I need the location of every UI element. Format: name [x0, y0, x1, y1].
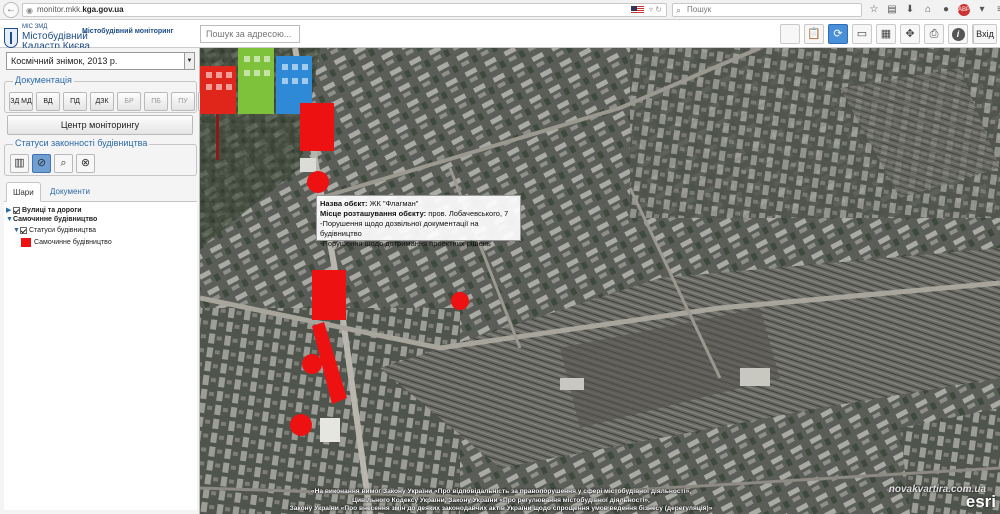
browser-toolbar: ← ◉ monitor.mkk.kga.gov.ua ▿ ↻ ⌕ Пошук ☆…	[0, 0, 1000, 20]
doc-button[interactable]: ПБ	[144, 92, 168, 111]
clipboard-icon[interactable]: ▤	[886, 2, 898, 17]
marker-area[interactable]	[300, 103, 334, 151]
doc-button[interactable]: ЗД МД	[9, 92, 33, 111]
chevron-right-icon[interactable]: ▶	[6, 206, 13, 214]
basemap-selected-value: Космічний знімок, 2013 р.	[11, 56, 118, 66]
map-view[interactable]: Назва обєкт: ЖК "Флагман" Місце розташув…	[200, 48, 1000, 514]
legend-swatch	[21, 238, 31, 247]
chevron-down-icon[interactable]: ▼	[184, 53, 194, 69]
search-icon: ⌕	[676, 5, 682, 15]
home-icon[interactable]: ⌂	[922, 2, 934, 17]
magnifier-icon[interactable]: ⌕	[54, 154, 73, 173]
tab-documents[interactable]: Документи	[44, 182, 96, 202]
globe-icon: ◉	[26, 6, 33, 15]
adblock-icon[interactable]: ABP	[958, 4, 970, 16]
browser-icons: ☆ ▤ ⬇ ⌂ ● ABP ▾ ≡	[868, 2, 1000, 17]
layer-tree: ▶ Вулиці та дороги ▼ Самочинне будівницт…	[4, 202, 197, 510]
status-title: Статуси законності будівництва	[13, 138, 150, 148]
print-icon[interactable]: ⎙	[924, 24, 944, 44]
layer-status-label: Статуси будівництва	[29, 227, 96, 234]
info-icon[interactable]: i	[948, 24, 968, 44]
doc-buttons: ЗД МДВДПДДЗКБРПБПУВЕ	[9, 92, 222, 111]
magnifier-forbidden-icon[interactable]: ⊗	[76, 154, 95, 173]
doc-button[interactable]: ПУ	[171, 92, 195, 111]
doc-button[interactable]: ДЗК	[90, 92, 114, 111]
layer-group-label: Самочинне будівництво	[13, 216, 98, 223]
us-flag-icon	[631, 6, 644, 14]
blank-tool-button[interactable]	[780, 24, 800, 44]
back-arrow-icon[interactable]: ←	[3, 1, 19, 18]
menu-icon[interactable]: ≡	[994, 2, 1000, 17]
marker-point[interactable]	[290, 414, 312, 436]
app-header: МІС ЗМД Містобудівний Кадастр Києва Міст…	[0, 20, 1000, 52]
ruler-icon[interactable]: ▭	[852, 24, 872, 44]
markers-layer	[290, 103, 469, 436]
download-icon[interactable]: ⬇	[904, 2, 916, 17]
dropdown-reload-icon[interactable]: ▿ ↻	[649, 4, 662, 16]
browser-search-input[interactable]: ⌕ Пошук	[672, 3, 862, 17]
browser-search-placeholder: Пошук	[687, 5, 712, 14]
marker-area[interactable]	[312, 270, 346, 320]
doc-button[interactable]: БР	[117, 92, 141, 111]
left-panel: Космічний знімок, 2013 р. ▼ Документація…	[0, 48, 222, 514]
layer-streets-label: Вулиці та дороги	[22, 206, 82, 214]
chevron-down-icon[interactable]: ▾	[976, 2, 988, 17]
emblem-icon	[4, 27, 18, 48]
layer-group-illegal[interactable]: ▼ Самочинне будівництво	[6, 216, 97, 223]
url-domain: kga.gov.ua	[82, 5, 124, 14]
legend-label: Самочинне будівництво	[34, 239, 112, 246]
chevron-down-icon[interactable]: ▼	[6, 216, 13, 223]
marker-point[interactable]	[451, 292, 469, 310]
forbidden-icon[interactable]: ⊘	[32, 154, 51, 173]
refresh-icon[interactable]: ⟳	[828, 24, 848, 44]
layer-streets[interactable]: ▶ Вулиці та дороги	[6, 206, 82, 214]
panel-tabs: Шари Документи	[4, 182, 197, 202]
status-checkbox[interactable]	[20, 227, 27, 234]
layout-icon[interactable]: ▦	[876, 24, 896, 44]
chat-icon[interactable]: ●	[940, 2, 952, 17]
app-subtitle: Містобудівний моніторинг	[82, 28, 174, 35]
url-bar[interactable]: ◉ monitor.mkk.kga.gov.ua ▿ ↻	[22, 3, 667, 17]
clipboard-icon[interactable]: 📋	[804, 24, 824, 44]
status-buttons: ▥ ⊘ ⌕ ⊗	[10, 154, 95, 173]
doc-button[interactable]: ВД	[36, 92, 60, 111]
documents-title: Документація	[13, 75, 74, 85]
doc-button[interactable]: ПД	[63, 92, 87, 111]
star-icon[interactable]: ☆	[868, 2, 880, 17]
marker-point[interactable]	[302, 354, 322, 374]
basemap-select[interactable]: Космічний знімок, 2013 р. ▼	[6, 52, 195, 70]
buildings-icon[interactable]: ▥	[10, 154, 29, 173]
map-toolbar: 📋 ⟳ ▭ ▦ ✥ ⎙ i	[780, 24, 992, 44]
marker-point[interactable]	[307, 171, 329, 193]
layer-status[interactable]: ▼ Статуси будівництва	[13, 227, 96, 234]
documents-section: Документація ЗД МДВДПДДЗКБРПБПУВЕ	[4, 75, 222, 113]
pan-icon[interactable]: ✥	[900, 24, 920, 44]
streets-checkbox[interactable]	[13, 206, 20, 214]
monitoring-center-button[interactable]: Центр моніторингу	[7, 115, 193, 135]
login-button[interactable]: Вхід	[973, 24, 997, 44]
legend-item: Самочинне будівництво	[21, 238, 112, 247]
status-section: Статуси законності будівництва ▥ ⊘ ⌕ ⊗	[4, 138, 197, 176]
url-prefix: monitor.mkk.	[37, 5, 83, 14]
tab-layers[interactable]: Шари	[6, 182, 41, 202]
chevron-down-icon[interactable]: ▼	[13, 227, 20, 234]
address-search-input[interactable]	[200, 25, 300, 43]
